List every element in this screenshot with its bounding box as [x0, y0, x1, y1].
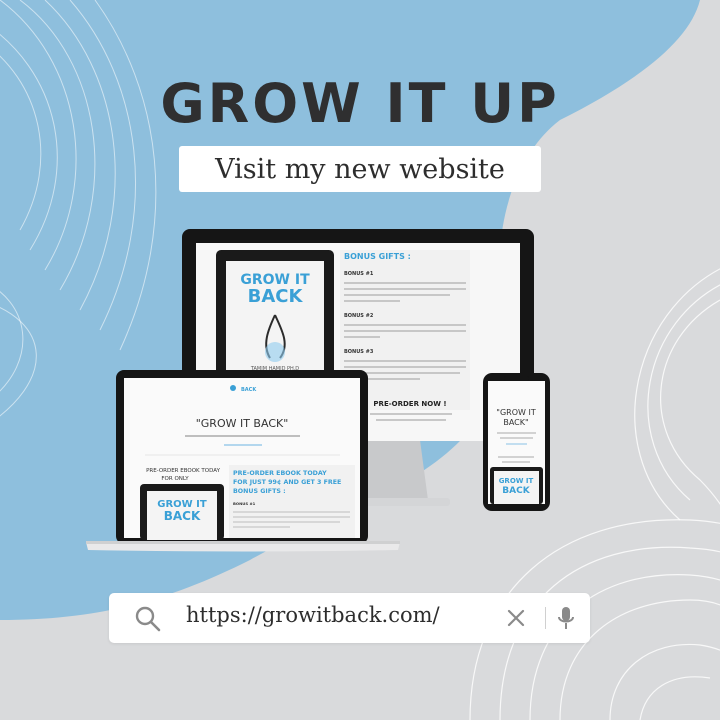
phone-title2: BACK" — [503, 418, 528, 427]
microphone-icon[interactable] — [556, 605, 576, 633]
phone-book-title2: BACK — [502, 486, 530, 496]
phone-book-title1: GROW IT — [499, 477, 534, 485]
monitor-bonus1: BONUS #1 — [344, 271, 374, 277]
laptop-page-title: "GROW IT BACK" — [196, 417, 289, 430]
phone-title1: "GROW IT — [496, 408, 536, 417]
search-icon[interactable] — [134, 605, 162, 633]
laptop-preorder-left2: FOR ONLY — [161, 476, 189, 482]
monitor-preorder: PRE-ORDER NOW ! — [373, 400, 446, 408]
search-bar[interactable]: https://growitback.com/ — [109, 593, 590, 643]
laptop-preorder-headline3: BONUS GIFTS : — [233, 488, 286, 495]
laptop-preorder-headline2: FOR JUST 99¢ AND GET 3 FREE — [233, 478, 341, 486]
url-text[interactable]: https://growitback.com/ — [186, 603, 440, 627]
monitor-book-title2: BACK — [248, 286, 304, 307]
monitor-bonus-heading: BONUS GIFTS : — [344, 252, 411, 261]
close-icon[interactable] — [507, 609, 525, 627]
search-divider — [545, 607, 546, 629]
monitor-bonus2: BONUS #2 — [344, 313, 374, 319]
monitor-bonus3: BONUS #3 — [344, 349, 374, 355]
laptop-logo: BACK — [241, 387, 257, 393]
laptop-logo-icon — [230, 385, 236, 391]
laptop-preorder-left: PRE-ORDER EBOOK TODAY — [146, 468, 221, 474]
laptop-book-title2: BACK — [164, 509, 201, 523]
laptop-bonus1: BONUS #1 — [233, 501, 256, 506]
laptop-preorder-headline1: PRE-ORDER EBOOK TODAY — [233, 470, 327, 477]
follicle-graphic — [265, 342, 285, 362]
